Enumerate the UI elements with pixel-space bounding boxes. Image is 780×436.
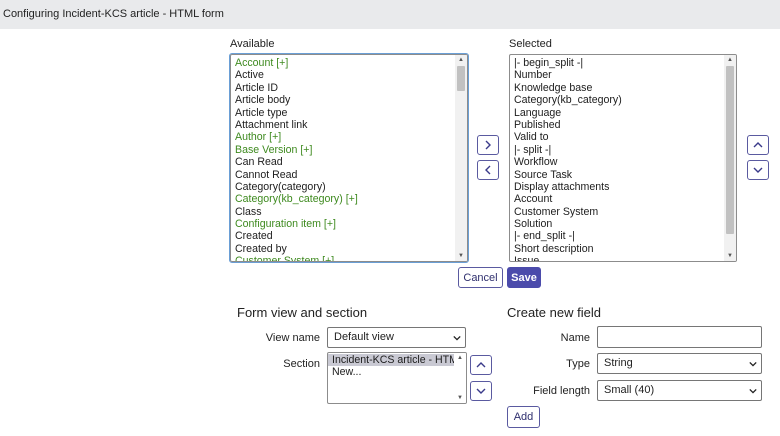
field-length-select[interactable]: Small (40) [597,380,762,401]
window-title: Configuring Incident-KCS article - HTML … [3,8,224,20]
section-scrollbar[interactable]: ▲ ▼ [454,353,466,403]
list-item[interactable]: Customer System [510,206,724,218]
window-titlebar: Configuring Incident-KCS article - HTML … [0,0,780,29]
chevron-down-icon [753,167,763,173]
section-move-up-button[interactable] [470,355,492,375]
field-name-input[interactable] [597,326,762,348]
list-item[interactable]: Language [510,107,724,119]
scroll-up-icon[interactable]: ▲ [724,55,736,65]
list-item[interactable]: Category(kb_category) [510,94,724,106]
list-item[interactable]: Valid to [510,131,724,143]
list-item[interactable]: Category(kb_category) [+] [231,193,455,205]
list-item[interactable]: Can Read [231,156,455,168]
chevron-down-icon [476,388,486,394]
list-item[interactable]: Configuration item [+] [231,218,455,230]
available-fields-items: Account [+] Active Article ID Article body A… [231,55,455,261]
scroll-up-icon[interactable]: ▲ [454,353,466,363]
form-view-heading: Form view and section [237,305,368,320]
list-item[interactable]: |- begin_split -| [510,57,724,69]
scroll-down-icon[interactable]: ▼ [454,393,466,403]
list-item[interactable]: Cannot Read [231,169,455,181]
list-item[interactable]: Article ID [231,82,455,94]
add-field-button[interactable] [477,135,499,155]
list-item[interactable]: Workflow [510,156,724,168]
list-item[interactable]: Created [231,230,455,242]
field-length-value: Small (40) [604,384,655,396]
chevron-up-icon [476,362,486,368]
view-name-value: Default view [334,331,394,343]
save-button[interactable]: Save [507,267,541,288]
section-move-down-button[interactable] [470,381,492,401]
list-item[interactable]: |- end_split -| [510,230,724,242]
section-items: Incident-KCS article - HTML New... [328,353,454,403]
list-item[interactable]: Account [+] [231,57,455,69]
list-item[interactable]: Source Task [510,169,724,181]
cancel-button[interactable]: Cancel [458,267,503,288]
chevron-down-icon [453,335,461,341]
move-down-button[interactable] [747,160,769,180]
list-item[interactable]: Author [+] [231,131,455,143]
field-type-label: Type [566,358,590,370]
list-item[interactable]: Knowledge base [510,82,724,94]
list-item[interactable]: Attachment link [231,119,455,131]
list-item[interactable]: Article body [231,94,455,106]
available-label: Available [230,38,275,50]
list-item[interactable]: Created by [231,243,455,255]
add-field-type-button[interactable]: Add [507,406,540,428]
field-name-label: Name [560,332,590,344]
field-length-label: Field length [533,385,590,397]
selected-label: Selected [509,38,552,50]
selected-fields-list[interactable]: |- begin_split -| Number Knowledge base Cat… [509,54,737,262]
list-item[interactable]: Published [510,119,724,131]
list-item[interactable]: Solution [510,218,724,230]
selected-scrollbar[interactable]: ▲ ▼ [724,55,736,261]
selected-fields-items: |- begin_split -| Number Knowledge base Cat… [510,55,724,261]
scroll-up-icon[interactable]: ▲ [455,55,467,65]
scrollbar-thumb[interactable] [457,66,465,91]
field-type-value: String [604,357,633,369]
list-item[interactable]: Customer System [+] [231,255,455,261]
view-name-select[interactable]: Default view [327,327,466,348]
chevron-right-icon [485,140,491,150]
field-type-select[interactable]: String [597,353,762,374]
chevron-down-icon [749,388,757,394]
list-item[interactable]: Incident-KCS article - HTML [328,354,454,367]
view-name-label: View name [265,332,320,344]
scroll-down-icon[interactable]: ▼ [724,251,736,261]
list-item[interactable]: Active [231,69,455,81]
chevron-down-icon [749,361,757,367]
list-item[interactable]: New... [328,366,454,378]
remove-field-button[interactable] [477,160,499,180]
list-item[interactable]: Display attachments [510,181,724,193]
available-scrollbar[interactable]: ▲ ▼ [455,55,467,261]
list-item[interactable]: Category(category) [231,181,455,193]
list-item[interactable]: Class [231,206,455,218]
move-up-button[interactable] [747,135,769,155]
list-item[interactable]: Article type [231,107,455,119]
scroll-down-icon[interactable]: ▼ [455,251,467,261]
list-item[interactable]: Number [510,69,724,81]
available-fields-list[interactable]: Account [+] Active Article ID Article body A… [229,53,469,263]
section-label: Section [283,358,320,370]
chevron-left-icon [485,165,491,175]
scrollbar-thumb[interactable] [726,66,734,234]
list-item[interactable]: |- split -| [510,144,724,156]
list-item[interactable]: Base Version [+] [231,144,455,156]
list-item[interactable]: Issue [510,255,724,261]
list-item[interactable]: Short description [510,243,724,255]
list-item[interactable]: Account [510,193,724,205]
chevron-up-icon [753,142,763,148]
section-list[interactable]: Incident-KCS article - HTML New... ▲ ▼ [327,352,467,404]
create-field-heading: Create new field [507,305,601,320]
